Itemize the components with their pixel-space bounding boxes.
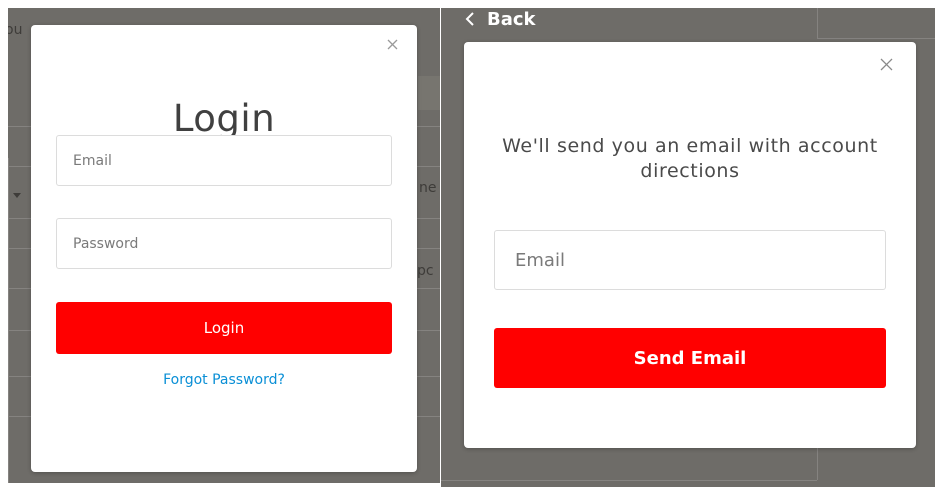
back-label: Back — [487, 8, 536, 30]
chevron-left-icon — [465, 12, 475, 26]
login-modal: Login Login Forgot Password? — [31, 25, 417, 472]
background-divider — [817, 38, 935, 39]
login-email-input[interactable] — [56, 135, 392, 186]
background-block — [418, 76, 440, 110]
background-divider — [817, 448, 818, 480]
forgot-password-link[interactable]: Forgot Password? — [31, 372, 417, 388]
screenshot-stage: ou ne pc Back Login Email Login Forgot P… — [0, 0, 935, 487]
close-icon[interactable] — [878, 56, 894, 72]
caret-down-icon — [13, 184, 21, 203]
login-button[interactable]: Login — [56, 302, 392, 354]
background-text-fragment: pc — [417, 263, 434, 279]
background-divider — [441, 480, 817, 481]
forgot-password-modal: We'll send you an email with account dir… — [464, 42, 916, 448]
login-password-input[interactable] — [56, 218, 392, 269]
forgot-description: We'll send you an email with account dir… — [502, 135, 878, 182]
background-divider — [817, 8, 818, 38]
background-text-fragment: ne — [419, 180, 437, 196]
close-icon[interactable] — [384, 36, 400, 52]
login-title: Login — [172, 97, 276, 140]
back-button[interactable]: Back — [465, 8, 536, 30]
background-divider — [8, 158, 9, 483]
forgot-email-input[interactable] — [494, 230, 886, 290]
send-email-button[interactable]: Send Email — [494, 328, 886, 388]
background-text-fragment: ou — [8, 22, 23, 38]
